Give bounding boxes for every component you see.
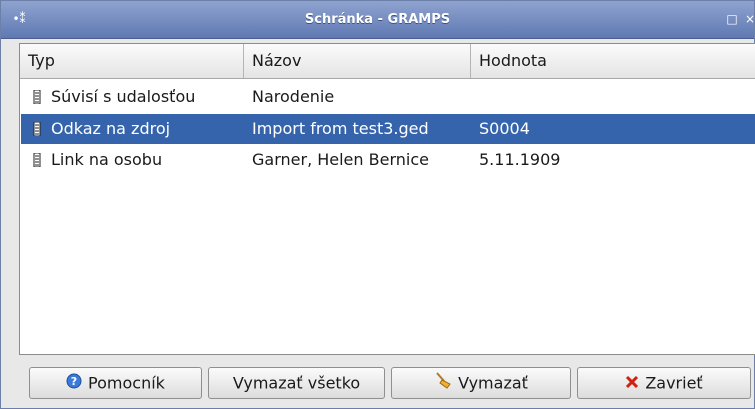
- clipboard-list[interactable]: Typ Názov Hodnota Súvisí s udalosťou Nar…: [19, 43, 755, 355]
- cell-typ: Link na osobu: [51, 150, 163, 169]
- column-header-hodnota[interactable]: Hodnota: [471, 44, 755, 78]
- close-window-icon[interactable]: ×: [743, 12, 755, 26]
- close-label: Zavrieť: [645, 373, 703, 393]
- cell-typ: Odkaz na zdroj: [51, 119, 171, 138]
- clear-label: Vymazať: [458, 373, 528, 393]
- close-x-icon: [625, 369, 639, 399]
- close-button[interactable]: Zavrieť: [577, 367, 751, 399]
- cell-hodnota: 5.11.1909: [479, 150, 561, 169]
- help-button[interactable]: ? Pomocník: [29, 367, 202, 399]
- list-header: Typ Názov Hodnota: [20, 44, 755, 79]
- list-item[interactable]: Link na osobu Garner, Helen Bernice 5.11…: [21, 145, 755, 175]
- title-bar[interactable]: •⁑ Schránka - GRAMPS □ ×: [1, 1, 755, 39]
- clear-button[interactable]: Vymazať: [391, 367, 571, 399]
- cell-hodnota: S0004: [479, 119, 530, 138]
- clear-all-button[interactable]: Vymazať všetko: [208, 367, 385, 399]
- list-item[interactable]: Súvisí s udalosťou Narodenie: [21, 82, 755, 112]
- clipboard-window: •⁑ Schránka - GRAMPS □ × Typ Názov Hodno…: [0, 0, 755, 409]
- window-title: Schránka - GRAMPS: [304, 12, 451, 27]
- list-item-selected[interactable]: Odkaz na zdroj Import from test3.ged S00…: [21, 114, 755, 144]
- column-header-typ[interactable]: Typ: [20, 44, 244, 78]
- clear-all-label: Vymazať všetko: [232, 373, 361, 393]
- drag-handle-icon[interactable]: [33, 145, 43, 175]
- cell-nazov: Narodenie: [252, 87, 335, 106]
- drag-handle-icon[interactable]: [33, 114, 43, 144]
- maximize-icon[interactable]: □: [725, 12, 739, 26]
- cell-typ: Súvisí s udalosťou: [51, 87, 196, 106]
- help-icon: ?: [66, 369, 82, 399]
- help-label: Pomocník: [88, 373, 165, 393]
- broom-icon: [434, 369, 452, 399]
- svg-text:?: ?: [71, 375, 77, 388]
- drag-handle-icon[interactable]: [33, 82, 43, 112]
- column-header-nazov[interactable]: Názov: [244, 44, 471, 78]
- cell-nazov: Garner, Helen Bernice: [252, 150, 429, 169]
- cell-nazov: Import from test3.ged: [252, 119, 429, 138]
